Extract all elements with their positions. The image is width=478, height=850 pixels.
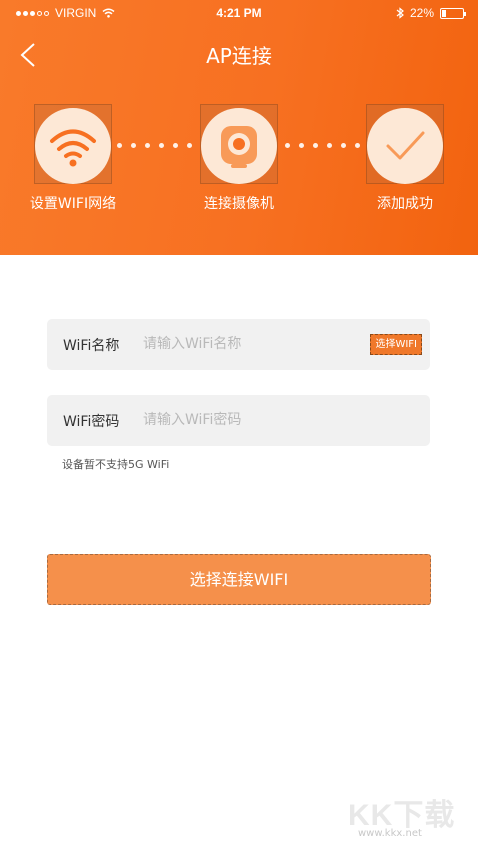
wifi-password-row: WiFi密码: [47, 395, 430, 446]
step-connector-1: [117, 143, 192, 148]
step-camera: [201, 108, 277, 184]
wifi-name-row: WiFi名称 选择WIFI: [47, 319, 430, 370]
wifi-name-label: WiFi名称: [63, 338, 120, 354]
watermark-logo: KK下载 www.kkx.net: [348, 790, 468, 846]
checkmark-icon: [386, 131, 425, 160]
select-wifi-button[interactable]: 选择WIFI: [370, 334, 422, 355]
header-banner: VIRGIN 4:21 PM 22% AP连接 设置WIFI网络 连接摄像机 添…: [0, 0, 478, 255]
page-title: AP连接: [206, 44, 272, 68]
bluetooth-icon: [396, 7, 404, 19]
camera-icon: [221, 126, 257, 168]
step-3-label: 添加成功: [377, 196, 433, 212]
battery-percent: 22%: [409, 6, 434, 20]
step-connector-2: [285, 143, 360, 148]
status-right: 22%: [396, 6, 466, 20]
step-2-label: 连接摄像机: [204, 196, 274, 212]
step-wifi: [35, 108, 111, 184]
step-success: [367, 108, 443, 184]
wifi-name-input[interactable]: [143, 333, 343, 355]
step-1-label: 设置WIFI网络: [29, 196, 117, 212]
status-bar: VIRGIN 4:21 PM 22%: [0, 0, 478, 26]
wifi-icon: [50, 129, 96, 167]
5g-hint-text: 设备暂不支持5G WiFi: [62, 458, 170, 471]
watermark-url: www.kkx.net: [358, 828, 422, 839]
wifi-password-input[interactable]: [143, 409, 343, 431]
select-connect-wifi-button[interactable]: 选择连接WIFI: [47, 554, 431, 605]
battery-icon: [440, 7, 466, 19]
wifi-password-label: WiFi密码: [63, 414, 120, 430]
